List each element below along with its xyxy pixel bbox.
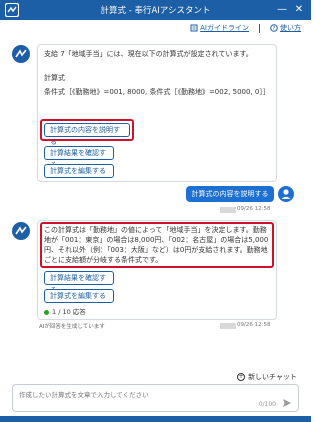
check-result-button[interactable]: 計算結果を確認する xyxy=(44,146,114,169)
chat-history[interactable]: 支給 7「地域手当」には、現在以下の計算式が設定されています。 計算式 条件式［… xyxy=(0,36,311,348)
bottom-bar xyxy=(0,416,311,422)
bot-message-1: 支給 7「地域手当」には、現在以下の計算式が設定されています。 計算式 条件式［… xyxy=(37,44,277,182)
prompt-input[interactable] xyxy=(19,389,239,401)
title-bar: 計算式 - 奉行AIアシスタント — ✕ xyxy=(0,0,311,20)
new-chat-label: 新しいチャット xyxy=(248,373,297,381)
howto-label: 使い方 xyxy=(280,24,301,32)
book-icon xyxy=(190,24,198,32)
help-icon: ? xyxy=(270,24,278,32)
user-timestamp: 09/26 12:58 xyxy=(237,206,271,212)
response-count-label: 1 / 10 応答 xyxy=(52,308,86,316)
user-message: 計算式の内容を説明する xyxy=(186,186,274,202)
bot-message-1-intro: 支給 7「地域手当」には、現在以下の計算式が設定されています。 xyxy=(44,50,253,58)
bot-timestamp: 09/26 12:58 xyxy=(237,322,271,328)
response-counter: 1 / 10 応答 xyxy=(44,307,86,317)
edit-formula-button[interactable]: 計算式を編集する xyxy=(44,289,114,303)
howto-link[interactable]: ? 使い方 xyxy=(270,23,301,33)
formula-heading: 計算式 xyxy=(44,74,65,82)
edit-formula-button[interactable]: 計算式を編集する xyxy=(44,164,114,178)
char-counter: 0/100 xyxy=(258,401,276,408)
ai-guideline-link[interactable]: AIガイドライン xyxy=(190,23,249,33)
redacted-block xyxy=(220,207,236,213)
app-logo-icon xyxy=(5,3,19,17)
send-icon[interactable] xyxy=(282,398,292,408)
check-result-button[interactable]: 計算結果を確認する xyxy=(44,271,114,294)
redacted-block xyxy=(220,323,236,329)
highlight-frame xyxy=(40,222,274,268)
user-avatar-icon xyxy=(278,186,294,202)
bot-avatar-icon xyxy=(12,222,30,240)
window-title: 計算式 - 奉行AIアシスタント xyxy=(100,6,211,16)
new-chat-button[interactable]: + 新しいチャット xyxy=(237,372,297,382)
help-toolbar: AIガイドライン ? 使い方 xyxy=(0,20,311,36)
status-dot-icon xyxy=(44,309,49,315)
toolbar-divider xyxy=(259,23,260,33)
bot-message-2: この計算式は「勤務地」の値によって「地域手当」を決定します。勤務地が「001：東… xyxy=(37,220,277,320)
ai-disclaimer: AIが回答を生成しています xyxy=(39,324,105,330)
ai-guideline-label: AIガイドライン xyxy=(200,24,249,32)
close-button[interactable]: ✕ xyxy=(292,3,306,17)
bot-avatar-icon xyxy=(12,45,30,63)
plus-circle-icon: + xyxy=(237,373,246,381)
highlight-frame xyxy=(40,119,134,141)
formula-text: 条件式［《勤務地》=001, 8000, 条件式［《勤務地》=002, 5000… xyxy=(44,88,270,96)
svg-text:?: ? xyxy=(273,26,276,32)
prompt-input-box: 0/100 xyxy=(12,384,299,412)
minimize-button[interactable]: — xyxy=(275,3,289,17)
